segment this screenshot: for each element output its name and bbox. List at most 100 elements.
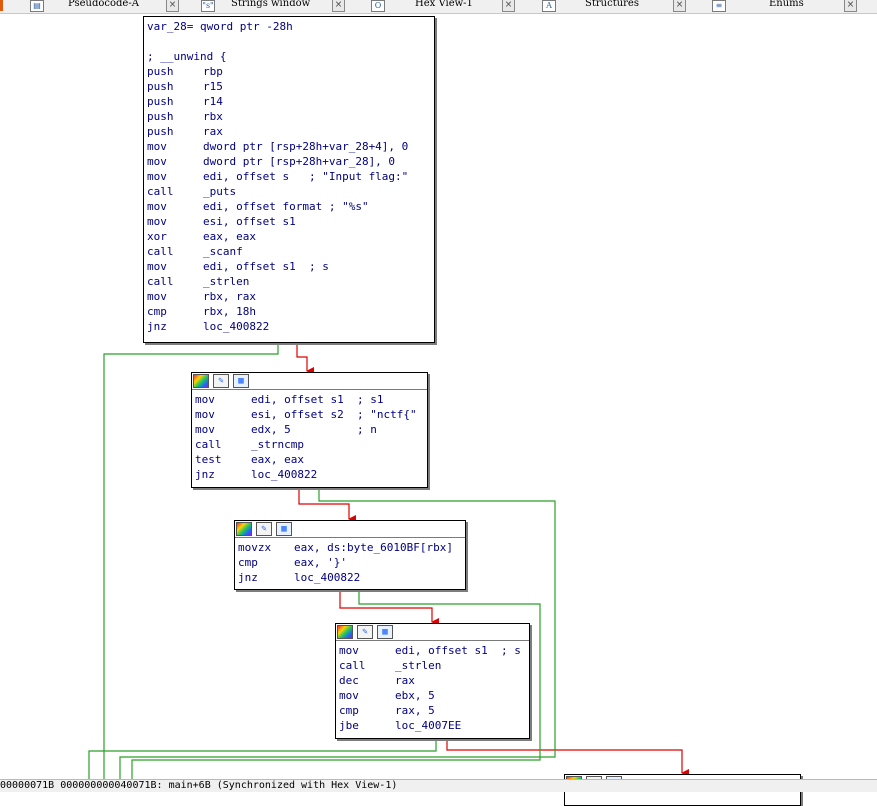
block-header: ✎▦: [336, 624, 529, 641]
asm-mnemonic: mov: [195, 393, 215, 406]
asm-line[interactable]: var_28= qword ptr -28h: [147, 19, 431, 34]
basic-block-main[interactable]: var_28= qword ptr -28h ; __unwind {push rb…: [143, 16, 435, 343]
asm-line[interactable]: mov edi, offset s ; "Input flag:": [147, 169, 431, 184]
asm-mnemonic: push: [147, 95, 174, 108]
group-nodes-icon[interactable]: ▦: [377, 625, 393, 639]
asm-mnemonic: mov: [195, 423, 215, 436]
asm-line[interactable]: jnz loc_400822: [147, 319, 431, 334]
asm-operand: rax, 5: [395, 704, 435, 717]
asm-mnemonic: xor: [147, 230, 167, 243]
asm-mnemonic: push: [147, 80, 174, 93]
asm-line[interactable]: mov edi, offset s1 ; s1: [195, 392, 424, 407]
asm-line[interactable]: mov edi, offset s1 ; s: [339, 643, 526, 658]
asm-mnemonic: call: [147, 275, 174, 288]
asm-operand: loc_400822: [294, 571, 361, 584]
asm-line[interactable]: mov edi, offset format ; "%s": [147, 199, 431, 214]
asm-line[interactable]: jbe loc_4007EE: [339, 718, 526, 733]
group-nodes-icon[interactable]: ▦: [276, 522, 292, 536]
edge-false: [298, 488, 356, 523]
asm-operand: dword ptr [rsp+28h+var_28], 0: [203, 155, 396, 168]
rename-icon[interactable]: ✎: [357, 625, 373, 639]
asm-line[interactable]: push r15: [147, 79, 431, 94]
asm-mnemonic: movzx: [238, 541, 272, 554]
asm-line[interactable]: cmp rbx, 18h: [147, 304, 431, 319]
status-bar: 00000071B 000000000040071B: main+6B (Syn…: [0, 779, 877, 792]
asm-line[interactable]: movzx eax, ds:byte_6010BF[rbx]: [238, 540, 462, 555]
color-palette-icon[interactable]: [337, 625, 353, 639]
asm-operand: loc_400822: [251, 468, 318, 481]
asm-line[interactable]: call _strncmp: [195, 437, 424, 452]
asm-line[interactable]: push rbp: [147, 64, 431, 79]
asm-mnemonic: dec: [339, 674, 359, 687]
block-code: var_28= qword ptr -28h ; __unwind {push rb…: [144, 17, 434, 336]
asm-mnemonic: mov: [195, 408, 215, 421]
asm-line[interactable]: mov esi, offset s1: [147, 214, 431, 229]
asm-line[interactable]: test eax, eax: [195, 452, 424, 467]
asm-line[interactable]: call _strlen: [339, 658, 526, 673]
asm-mnemonic: call: [339, 659, 366, 672]
asm-mnemonic: push: [147, 65, 174, 78]
asm-operand: r14: [203, 95, 223, 108]
block-header: ✎▦: [235, 521, 465, 538]
asm-line[interactable]: mov edi, offset s1 ; s: [147, 259, 431, 274]
edge-false: [339, 590, 439, 626]
asm-line[interactable]: push r14: [147, 94, 431, 109]
asm-operand: rbx, 18h: [203, 305, 256, 318]
asm-line[interactable]: xor eax, eax: [147, 229, 431, 244]
asm-line[interactable]: push rbx: [147, 109, 431, 124]
asm-operand: dword ptr [rsp+28h+var_28+4], 0: [203, 140, 409, 153]
group-nodes-icon[interactable]: ▦: [233, 374, 249, 388]
asm-operand: _strncmp: [251, 438, 304, 451]
asm-mnemonic: test: [195, 453, 222, 466]
asm-operand: edi, offset format ; "%s": [203, 200, 369, 213]
color-palette-icon[interactable]: [193, 374, 209, 388]
asm-text: var_28= qword ptr -28h: [147, 20, 293, 33]
asm-line[interactable]: call _scanf: [147, 244, 431, 259]
basic-block-brace-check[interactable]: ✎ ▦ movzx eax, ds:byte_6010BF[rbx] cmp eax, …: [234, 520, 466, 590]
asm-operand: edi, offset s1 ; s1: [251, 393, 384, 406]
basic-block-strlen[interactable]: ✎ ▦ mov edi, offset s1 ; s call _strlen dec ra…: [335, 623, 530, 739]
asm-line[interactable]: dec rax: [339, 673, 526, 688]
asm-operand: r15: [203, 80, 223, 93]
asm-mnemonic: call: [147, 245, 174, 258]
asm-operand: _strlen: [203, 275, 250, 288]
asm-mnemonic: jnz: [147, 320, 167, 333]
asm-text: ; __unwind {: [147, 50, 227, 63]
asm-line[interactable]: jnz loc_400822: [195, 467, 424, 482]
edge-false: [446, 739, 689, 777]
asm-line[interactable]: mov ebx, 5: [339, 688, 526, 703]
block-code: mov edi, offset s1 ; s1 mov esi, offset s2 …: [192, 390, 427, 484]
asm-line[interactable]: push rax: [147, 124, 431, 139]
asm-line[interactable]: jnz loc_400822: [238, 570, 462, 585]
asm-operand: rax: [395, 674, 415, 687]
asm-operand: edi, offset s1 ; s: [203, 260, 329, 273]
asm-operand: loc_4007EE: [395, 719, 462, 732]
basic-block-strncmp[interactable]: ✎ ▦ mov edi, offset s1 ; s1 mov esi, offset …: [191, 372, 428, 488]
asm-line[interactable]: mov esi, offset s2 ; "nctf{": [195, 407, 424, 422]
asm-operand: esi, offset s2 ; "nctf{": [251, 408, 417, 421]
asm-operand: edi, offset s1 ; s: [395, 644, 521, 657]
asm-line[interactable]: mov dword ptr [rsp+28h+var_28+4], 0: [147, 139, 431, 154]
asm-line[interactable]: mov edx, 5 ; n: [195, 422, 424, 437]
asm-line[interactable]: call _puts: [147, 184, 431, 199]
asm-mnemonic: cmp: [339, 704, 359, 717]
asm-mnemonic: call: [195, 438, 222, 451]
asm-line[interactable]: cmp eax, '}': [238, 555, 462, 570]
asm-line[interactable]: call _strlen: [147, 274, 431, 289]
asm-line[interactable]: ; __unwind {: [147, 49, 431, 64]
block-header: ✎▦: [192, 373, 427, 390]
asm-mnemonic: mov: [147, 155, 167, 168]
rename-icon[interactable]: ✎: [256, 522, 272, 536]
color-palette-icon[interactable]: [236, 522, 252, 536]
edge-false: [296, 343, 314, 375]
asm-operand: rbp: [203, 65, 223, 78]
asm-line[interactable]: cmp rax, 5: [339, 703, 526, 718]
asm-operand: rbx: [203, 110, 223, 123]
asm-operand: eax, ds:byte_6010BF[rbx]: [294, 541, 453, 554]
rename-icon[interactable]: ✎: [213, 374, 229, 388]
asm-line[interactable]: [147, 34, 431, 49]
asm-line[interactable]: mov rbx, rax: [147, 289, 431, 304]
asm-line[interactable]: mov dword ptr [rsp+28h+var_28], 0: [147, 154, 431, 169]
asm-operand: esi, offset s1: [203, 215, 296, 228]
asm-mnemonic: cmp: [238, 556, 258, 569]
